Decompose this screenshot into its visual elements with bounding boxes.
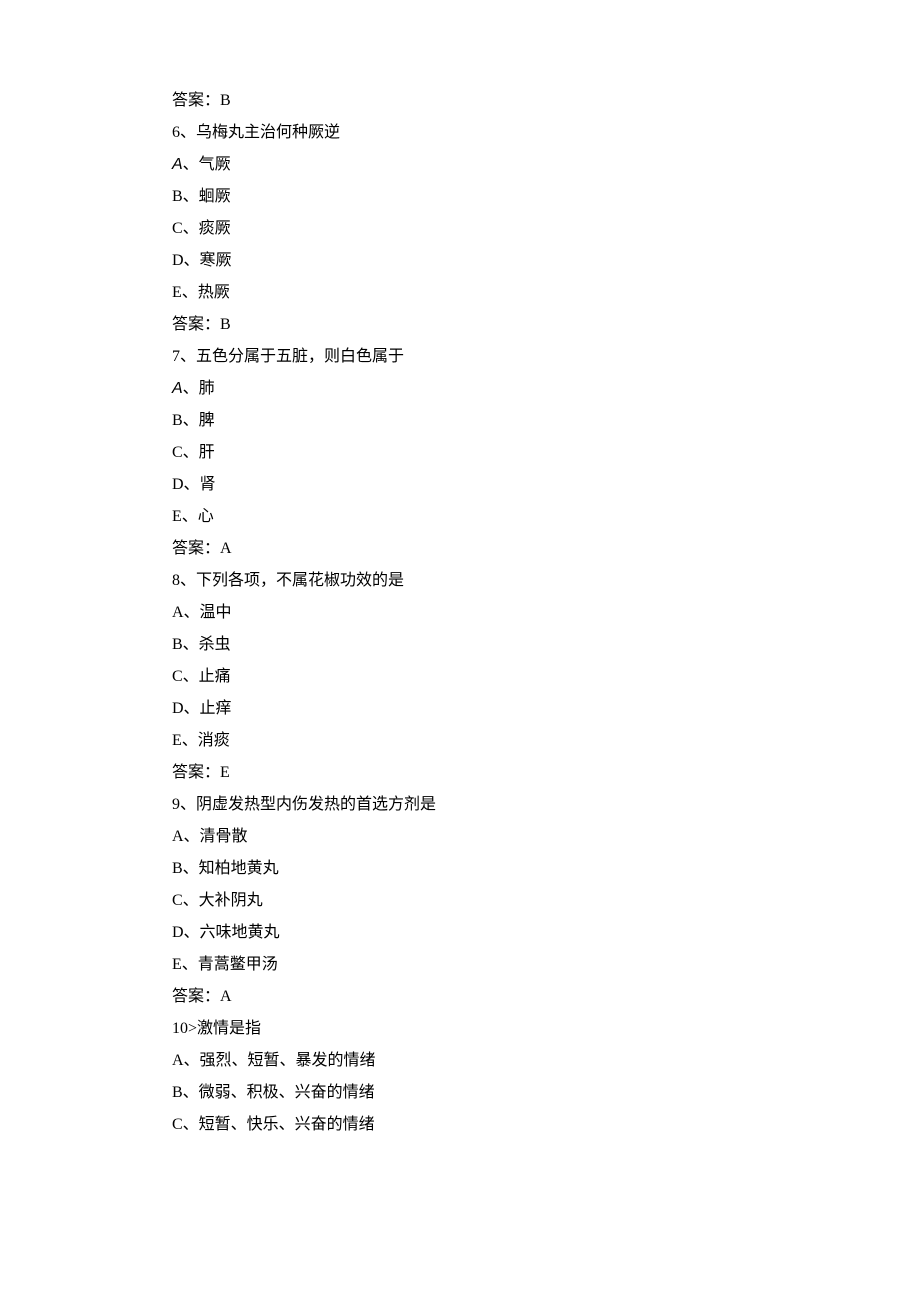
- text-line: 答案：A: [172, 981, 920, 1013]
- text-line: B、微弱、积极、兴奋的情绪: [172, 1077, 920, 1109]
- text-line: 6、乌梅丸主治何种厥逆: [172, 117, 920, 149]
- text-line: 答案：B: [172, 309, 920, 341]
- text-line: D、止痒: [172, 693, 920, 725]
- text-line: 8、下列各项，不属花椒功效的是: [172, 565, 920, 597]
- text-line: E、热厥: [172, 277, 920, 309]
- text-line: 7、五色分属于五脏，则白色属于: [172, 341, 920, 373]
- text-line: A、肺: [172, 373, 920, 405]
- text-line: 答案：E: [172, 757, 920, 789]
- text-line: D、肾: [172, 469, 920, 501]
- text-line: A、强烈、短暂、暴发的情绪: [172, 1045, 920, 1077]
- text-line: B、知柏地黄丸: [172, 853, 920, 885]
- text-line: E、心: [172, 501, 920, 533]
- text-line: 答案：B: [172, 85, 920, 117]
- text-line: A、清骨散: [172, 821, 920, 853]
- text-line: 答案：A: [172, 533, 920, 565]
- text-line: 9、阴虚发热型内伤发热的首选方剂是: [172, 789, 920, 821]
- text-line: C、痰厥: [172, 213, 920, 245]
- text-line: 10>激情是指: [172, 1013, 920, 1045]
- option-letter: A: [172, 156, 183, 173]
- text-line: D、寒厥: [172, 245, 920, 277]
- text-line: C、短暂、快乐、兴奋的情绪: [172, 1109, 920, 1141]
- option-text: 、肺: [183, 380, 215, 397]
- text-line: E、消痰: [172, 725, 920, 757]
- text-line: B、杀虫: [172, 629, 920, 661]
- text-line: C、止痛: [172, 661, 920, 693]
- option-letter: A: [172, 380, 183, 397]
- option-text: 、气厥: [183, 156, 231, 173]
- text-line: C、肝: [172, 437, 920, 469]
- text-line: A、气厥: [172, 149, 920, 181]
- text-line: B、蛔厥: [172, 181, 920, 213]
- text-line: E、青蒿鳖甲汤: [172, 949, 920, 981]
- text-line: A、温中: [172, 597, 920, 629]
- text-line: D、六味地黄丸: [172, 917, 920, 949]
- document-content: 答案：B6、乌梅丸主治何种厥逆A、气厥B、蛔厥C、痰厥D、寒厥E、热厥答案：B7…: [172, 85, 920, 1141]
- text-line: B、脾: [172, 405, 920, 437]
- text-line: C、大补阴丸: [172, 885, 920, 917]
